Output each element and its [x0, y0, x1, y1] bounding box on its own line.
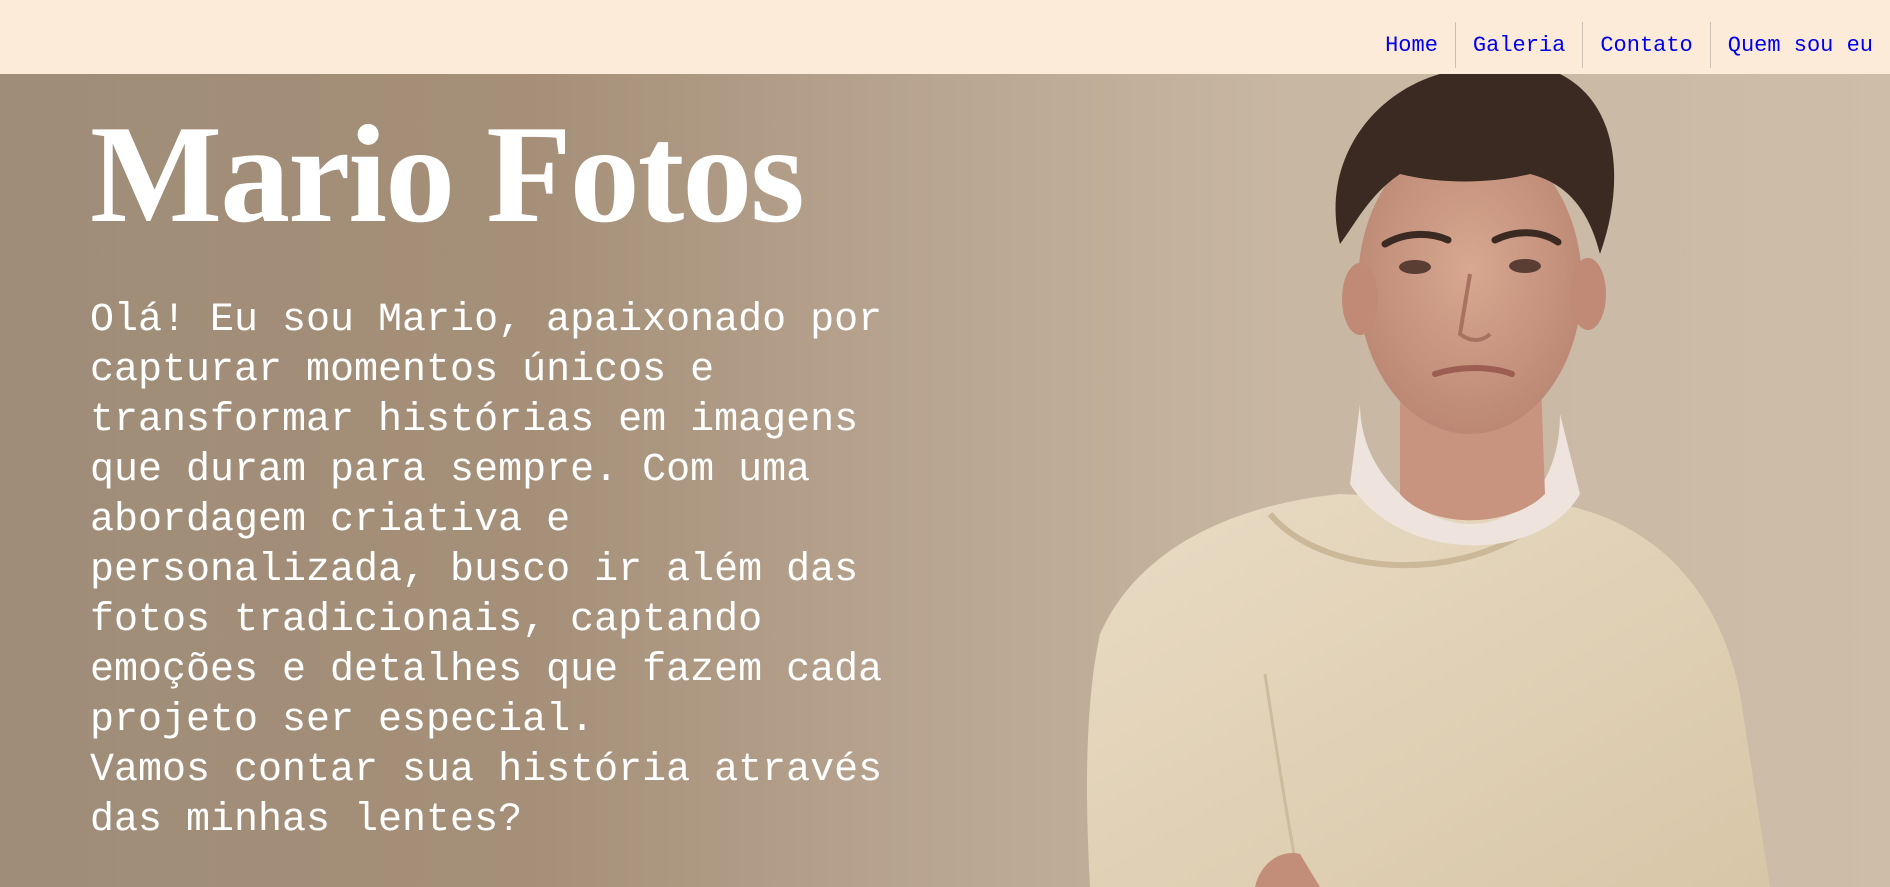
nav-link-home[interactable]: Home — [1368, 22, 1455, 68]
hero-intro-paragraph: Olá! Eu sou Mario, apaixonado por captur… — [90, 298, 883, 843]
nav-link-quem-sou-eu[interactable]: Quem sou eu — [1711, 22, 1890, 68]
top-navigation-bar: Home Galeria Contato Quem sou eu — [0, 0, 1890, 74]
hero-section: Mario Fotos Olá! Eu sou Mario, apaixonad… — [0, 74, 1890, 887]
main-nav: Home Galeria Contato Quem sou eu — [1368, 22, 1890, 68]
nav-link-contato[interactable]: Contato — [1583, 22, 1709, 68]
nav-link-galeria[interactable]: Galeria — [1456, 22, 1582, 68]
hero-title: Mario Fotos — [90, 97, 805, 252]
